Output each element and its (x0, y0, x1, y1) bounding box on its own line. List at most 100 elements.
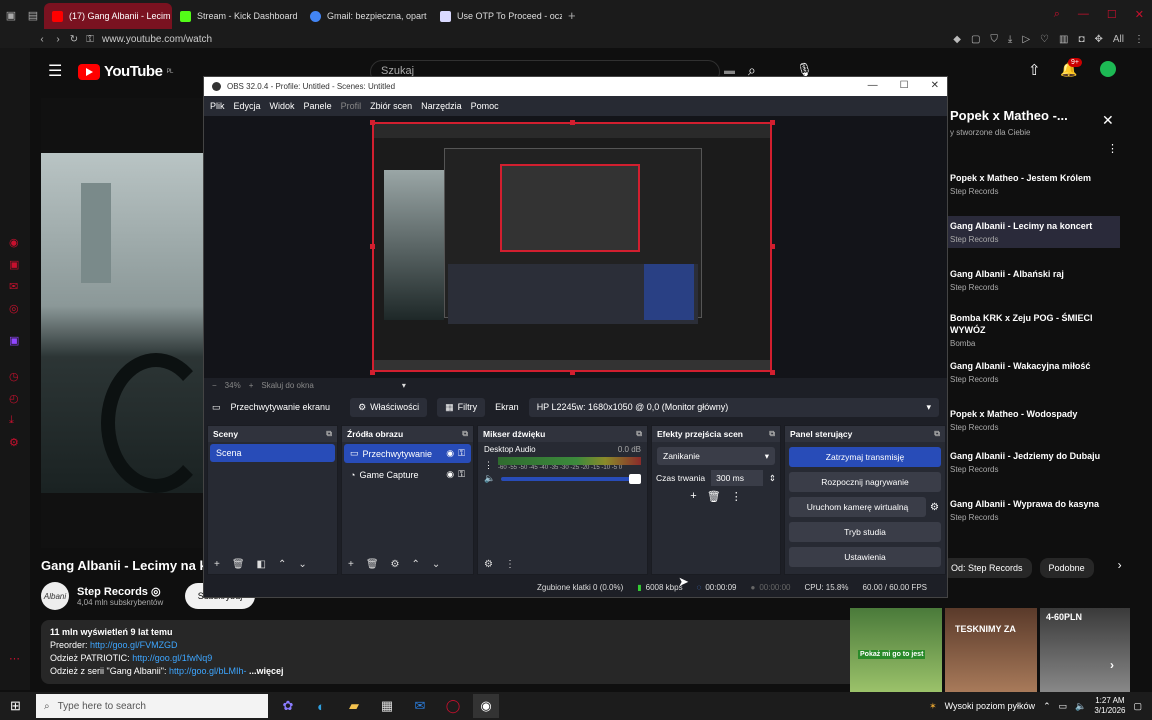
file-explorer-icon[interactable]: ▰ (341, 694, 367, 718)
channel-avatar[interactable]: Albani (41, 582, 69, 610)
playlist-item[interactable]: Gang Albanii - Wyprawa do kasyna Step Re… (942, 494, 1120, 526)
add-icon[interactable]: + (348, 559, 354, 570)
chips-next-icon[interactable]: › (1118, 558, 1122, 578)
stop-streaming-button[interactable]: Zatrzymaj transmisję (789, 447, 941, 467)
speaker-icon[interactable]: 🔈 (484, 473, 495, 484)
menu-file[interactable]: Plik (210, 101, 225, 111)
channel-name[interactable]: Step Records ◎ (77, 585, 163, 598)
youtube-logo[interactable]: YouTube PL (78, 63, 173, 80)
duration-input[interactable]: 300 ms (711, 470, 763, 486)
scene-item[interactable]: Scena (210, 444, 335, 462)
start-virtual-camera-button[interactable]: Uruchom kamerę wirtualną (789, 497, 927, 517)
dock-popout-icon[interactable]: ⧉ (769, 429, 775, 439)
source-item[interactable]: ◔ Game Capture ◉ ⚿ (344, 465, 471, 484)
search-tabs-icon[interactable]: ⌕ (1054, 8, 1060, 21)
shield-icon[interactable]: ⛉ (990, 34, 998, 45)
add-icon[interactable]: + (690, 490, 696, 503)
close-playlist-icon[interactable]: ✕ (1102, 112, 1114, 129)
messenger-icon[interactable]: ✉ (9, 280, 21, 293)
short-thumbnail[interactable]: Pokaż mi go to jest (850, 608, 942, 692)
virtual-camera-settings-icon[interactable]: ⚙ (930, 502, 939, 513)
camera-icon[interactable]: ◘ (1078, 34, 1084, 45)
short-thumbnail[interactable]: TESKNIMY ZA (945, 608, 1037, 692)
music-icon[interactable]: ◉ (9, 236, 21, 249)
dock-popout-icon[interactable]: ⧉ (636, 429, 642, 439)
play-icon[interactable]: ▷ (1022, 34, 1030, 45)
windows-start-icon[interactable]: ⊞ (10, 698, 21, 714)
start-recording-button[interactable]: Rozpocznij nagrywanie (789, 472, 941, 492)
menu-docks[interactable]: Panele (304, 101, 332, 111)
heart-icon[interactable]: ♡ (1040, 34, 1049, 45)
taskbar-search-input[interactable]: ⌕ Type here to search (36, 694, 268, 718)
resize-handle[interactable] (370, 120, 375, 125)
short-thumbnail[interactable]: 4-60PLN › (1040, 608, 1130, 692)
ai-button[interactable]: All (1113, 34, 1124, 45)
opera-icon[interactable]: ◯ (440, 694, 466, 718)
obs-maximize-icon[interactable]: ☐ (900, 80, 909, 91)
resize-handle[interactable] (370, 370, 375, 375)
lock-icon[interactable]: ⚿ (458, 448, 465, 459)
filters-button[interactable]: ▦ Filtry (437, 397, 486, 417)
transition-select[interactable]: Zanikanie ▾ (657, 447, 775, 465)
preview-canvas[interactable] (372, 122, 772, 372)
menu-help[interactable]: Pomoc (471, 101, 499, 111)
tab-otp[interactable]: Use OTP To Proceed - ocz (432, 3, 562, 29)
studio-mode-button[interactable]: Tryb studia (789, 522, 941, 542)
dock-popout-icon[interactable]: ⧉ (462, 429, 468, 439)
minimize-icon[interactable]: — (1078, 8, 1089, 21)
edge-icon[interactable]: ◐ (308, 694, 334, 718)
resize-handle[interactable] (770, 120, 775, 125)
account-avatar[interactable] (1100, 61, 1116, 77)
dock-popout-icon[interactable]: ⧉ (934, 429, 940, 439)
playlist-item[interactable]: Popek x Matheo - Jestem Królem Step Reco… (942, 168, 1120, 200)
move-up-icon[interactable]: ⌃ (412, 559, 420, 570)
trash-icon[interactable]: 🗑 (366, 559, 379, 570)
workspace-icon[interactable]: ▤ (22, 9, 44, 22)
resize-handle[interactable] (570, 370, 575, 375)
zoom-dropdown-icon[interactable]: ▾ (402, 381, 406, 390)
add-icon[interactable]: + (214, 559, 220, 570)
properties-button[interactable]: ⚙ Właściwości (350, 397, 428, 417)
menu-tools[interactable]: Narzędzia (421, 101, 462, 111)
notifications-icon[interactable]: ▢ (1133, 701, 1142, 712)
menu-view[interactable]: Widok (270, 101, 295, 111)
playlist-item[interactable]: Popek x Matheo - Wodospady Step Records (942, 404, 1120, 436)
close-icon[interactable]: ✕ (1135, 8, 1144, 21)
weather-text[interactable]: Wysoki poziom pyłków (945, 701, 1035, 711)
url-field[interactable]: www.youtube.com/watch (102, 34, 212, 45)
mixer-settings-icon[interactable]: ⚙ (484, 559, 493, 570)
new-tab-button[interactable]: + (568, 8, 576, 23)
more-link[interactable]: ...więcej (247, 666, 284, 676)
volume-slider[interactable] (501, 473, 641, 484)
sidebar-icon[interactable]: ▥ (1059, 34, 1068, 45)
shopping-icon[interactable]: ▣ (9, 258, 21, 271)
display-select[interactable]: HP L2245w: 1680x1050 @ 0,0 (Monitor głów… (528, 397, 939, 417)
trash-icon[interactable]: 🗑 (232, 559, 245, 570)
volume-icon[interactable]: 🔈 (1075, 701, 1086, 712)
lock-icon[interactable]: ⚿ (458, 469, 465, 480)
obs-close-icon[interactable]: ✕ (931, 80, 939, 91)
resize-handle[interactable] (570, 120, 575, 125)
zoom-out-icon[interactable]: − (212, 381, 217, 390)
obs-minimize-icon[interactable]: — (868, 80, 878, 91)
hamburger-menu-icon[interactable]: ☰ (48, 61, 62, 81)
playlist-menu-icon[interactable]: ⋮ (1107, 142, 1118, 155)
volume-slider-thumb[interactable] (629, 473, 641, 484)
visibility-icon[interactable]: ◉ (446, 448, 454, 459)
resize-handle[interactable] (770, 370, 775, 375)
tab-kick[interactable]: Stream - Kick Dashboard (172, 3, 302, 29)
settings-icon[interactable]: ⚙ (9, 436, 21, 449)
reload-icon[interactable]: ↻ (66, 34, 82, 45)
menu-edit[interactable]: Edycja (234, 101, 261, 111)
source-item[interactable]: ▭ Przechwytywanie ◉ ⚿ (344, 444, 471, 463)
copilot-icon[interactable]: ✿ (275, 694, 301, 718)
history-icon[interactable]: ◷ (9, 370, 21, 383)
weather-icon[interactable]: ✶ (929, 701, 937, 712)
playlist-item[interactable]: Gang Albanii - Albański raj Step Records (942, 264, 1120, 296)
preorder-link[interactable]: http://goo.gl/FVMZGD (90, 640, 178, 650)
menu-scene-collection[interactable]: Zbiór scen (370, 101, 412, 111)
back-icon[interactable]: ‹ (34, 34, 50, 45)
playlist-item[interactable]: Bomba KRK x Zeju POG - ŚMIECI WYWÓZ Bomb… (942, 308, 1120, 352)
playlist-item[interactable]: Gang Albanii - Jedziemy do Dubaju Step R… (942, 446, 1120, 478)
gang-albanii-link[interactable]: http://goo.gl/bLMIh- (169, 666, 247, 676)
